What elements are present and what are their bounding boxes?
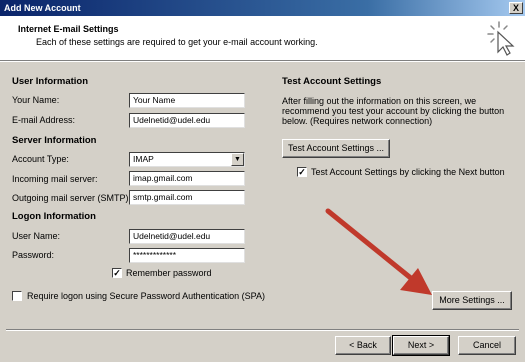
header-title: Internet E-mail Settings (18, 24, 119, 34)
header-subtitle: Each of these settings are required to g… (36, 37, 318, 47)
account-type-select[interactable]: IMAP ▼ (129, 152, 245, 167)
incoming-server-field[interactable]: imap.gmail.com (129, 171, 245, 186)
user-name-label: User Name: (12, 231, 61, 241)
cancel-button[interactable]: Cancel (458, 336, 516, 355)
user-info-heading: User Information (12, 76, 89, 87)
test-description-line-2: recommend you test your account by click… (282, 106, 505, 116)
spa-label: Require logon using Secure Password Auth… (27, 291, 265, 301)
window-title: Add New Account (4, 3, 81, 13)
annotation-arrow-icon (325, 208, 432, 295)
incoming-server-label: Incoming mail server: (12, 174, 98, 184)
header-divider (0, 60, 525, 62)
test-on-next-label: Test Account Settings by clicking the Ne… (311, 167, 505, 177)
back-button[interactable]: < Back (335, 336, 391, 355)
user-name-field[interactable]: Udelnetid@udel.edu (129, 229, 245, 244)
chevron-down-icon[interactable]: ▼ (231, 153, 244, 166)
email-address-field[interactable]: Udelnetid@udel.edu (129, 113, 245, 128)
test-settings-heading: Test Account Settings (282, 76, 382, 87)
test-on-next-checkbox[interactable]: ✓ (297, 167, 307, 177)
test-description-line-3: below. (Requires network connection) (282, 116, 433, 126)
remember-password-label: Remember password (126, 268, 212, 278)
spa-checkbox[interactable] (12, 291, 22, 301)
click-cursor-icon (487, 21, 515, 56)
account-type-value: IMAP (133, 154, 154, 164)
outgoing-server-label: Outgoing mail server (SMTP): (12, 193, 132, 203)
email-address-label: E-mail Address: (12, 115, 76, 125)
add-new-account-dialog: Add New Account X Internet E-mail Settin… (0, 0, 525, 362)
more-settings-button[interactable]: More Settings ... (432, 291, 512, 310)
remember-password-checkbox[interactable]: ✓ (112, 268, 122, 278)
footer-divider (6, 329, 519, 331)
logon-info-heading: Logon Information (12, 211, 96, 222)
outgoing-server-field[interactable]: smtp.gmail.com (129, 190, 245, 205)
account-type-label: Account Type: (12, 154, 69, 164)
title-bar: Add New Account X (0, 0, 525, 16)
dialog-header: Internet E-mail Settings Each of these s… (0, 16, 525, 60)
your-name-label: Your Name: (12, 95, 60, 105)
password-field[interactable]: ************* (129, 248, 245, 263)
your-name-field[interactable]: Your Name (129, 93, 245, 108)
password-label: Password: (12, 250, 55, 260)
close-icon[interactable]: X (509, 2, 523, 14)
next-button[interactable]: Next > (392, 335, 450, 356)
server-info-heading: Server Information (12, 135, 97, 146)
test-description-line-1: After filling out the information on thi… (282, 96, 477, 106)
test-account-settings-button[interactable]: Test Account Settings ... (282, 139, 390, 158)
